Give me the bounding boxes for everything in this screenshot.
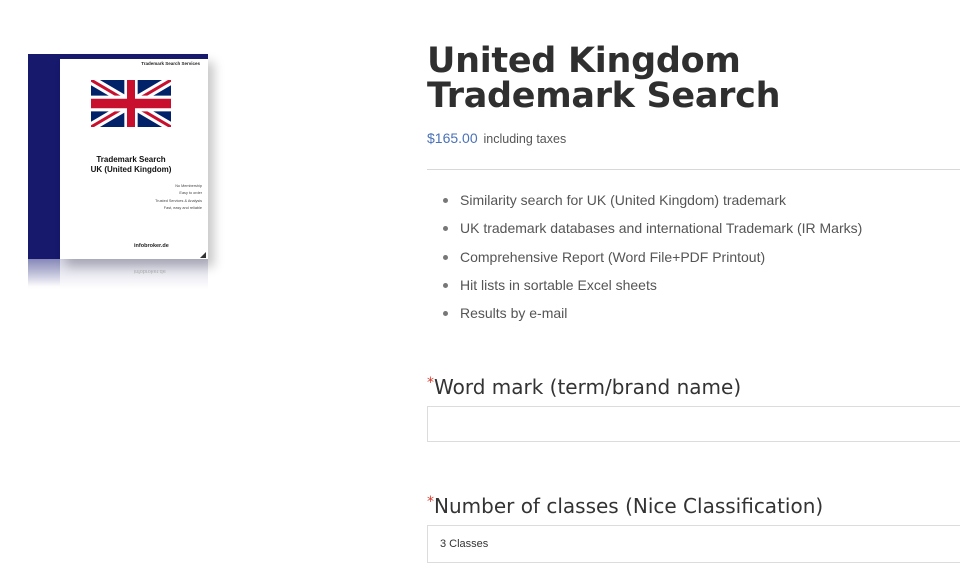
uk-flag-icon <box>91 80 171 127</box>
box-feature: Fast, easy and reliable <box>163 205 202 210</box>
word-mark-input[interactable] <box>427 406 960 442</box>
feature-list: Similarity search for UK (United Kingdom… <box>443 190 862 331</box>
feature-item: UK trademark databases and international… <box>443 218 862 246</box>
box-brand-reflection: infobroker.de <box>134 268 166 274</box>
feature-item: Results by e-mail <box>443 303 862 331</box>
tax-note: including taxes <box>483 132 567 146</box>
product-image[interactable]: Trademark Search Services Trademark Sear… <box>28 54 208 294</box>
required-marker: * <box>427 494 434 510</box>
classes-label-text: Number of classes (Nice Classification) <box>434 494 824 518</box>
box-corner-decoration <box>200 252 206 258</box>
feature-item: Hit lists in sortable Excel sheets <box>443 275 862 303</box>
product-price: $165.00 <box>427 130 478 146</box>
word-mark-label-text: Word mark (term/brand name) <box>434 375 742 399</box>
feature-item: Similarity search for UK (United Kingdom… <box>443 190 862 218</box>
box-top-label: Trademark Search Services <box>141 61 200 66</box>
price-row: $165.00 including taxes <box>427 130 566 146</box>
box-reflection <box>28 259 208 289</box>
box-feature: Easy to order <box>179 191 202 196</box>
box-brand: infobroker.de <box>134 243 169 249</box>
box-feature: No Membership <box>175 184 202 188</box>
classes-select[interactable]: 3 Classes <box>427 525 960 563</box>
box-title-line1: Trademark Search <box>96 155 166 164</box>
classes-label: *Number of classes (Nice Classification) <box>427 494 823 518</box>
product-title: United Kingdom Trademark Search <box>427 41 781 116</box>
spine-reflection <box>28 259 60 286</box>
required-marker: * <box>427 375 434 391</box>
box-feature: Trusted Services & Analysis <box>155 198 202 203</box>
divider <box>427 169 960 170</box>
feature-item: Comprehensive Report (Word File+PDF Prin… <box>443 247 862 275</box>
box-cover: Trademark Search Services Trademark Sear… <box>60 54 208 259</box>
word-mark-label: *Word mark (term/brand name) <box>427 375 741 399</box>
classes-selected-value: 3 Classes <box>440 538 489 550</box>
box-feature-list: No Membership Easy to order Trusted Serv… <box>155 183 202 212</box>
box-spine <box>28 54 60 259</box>
box-title-line2: UK (United Kingdom) <box>90 165 172 174</box>
